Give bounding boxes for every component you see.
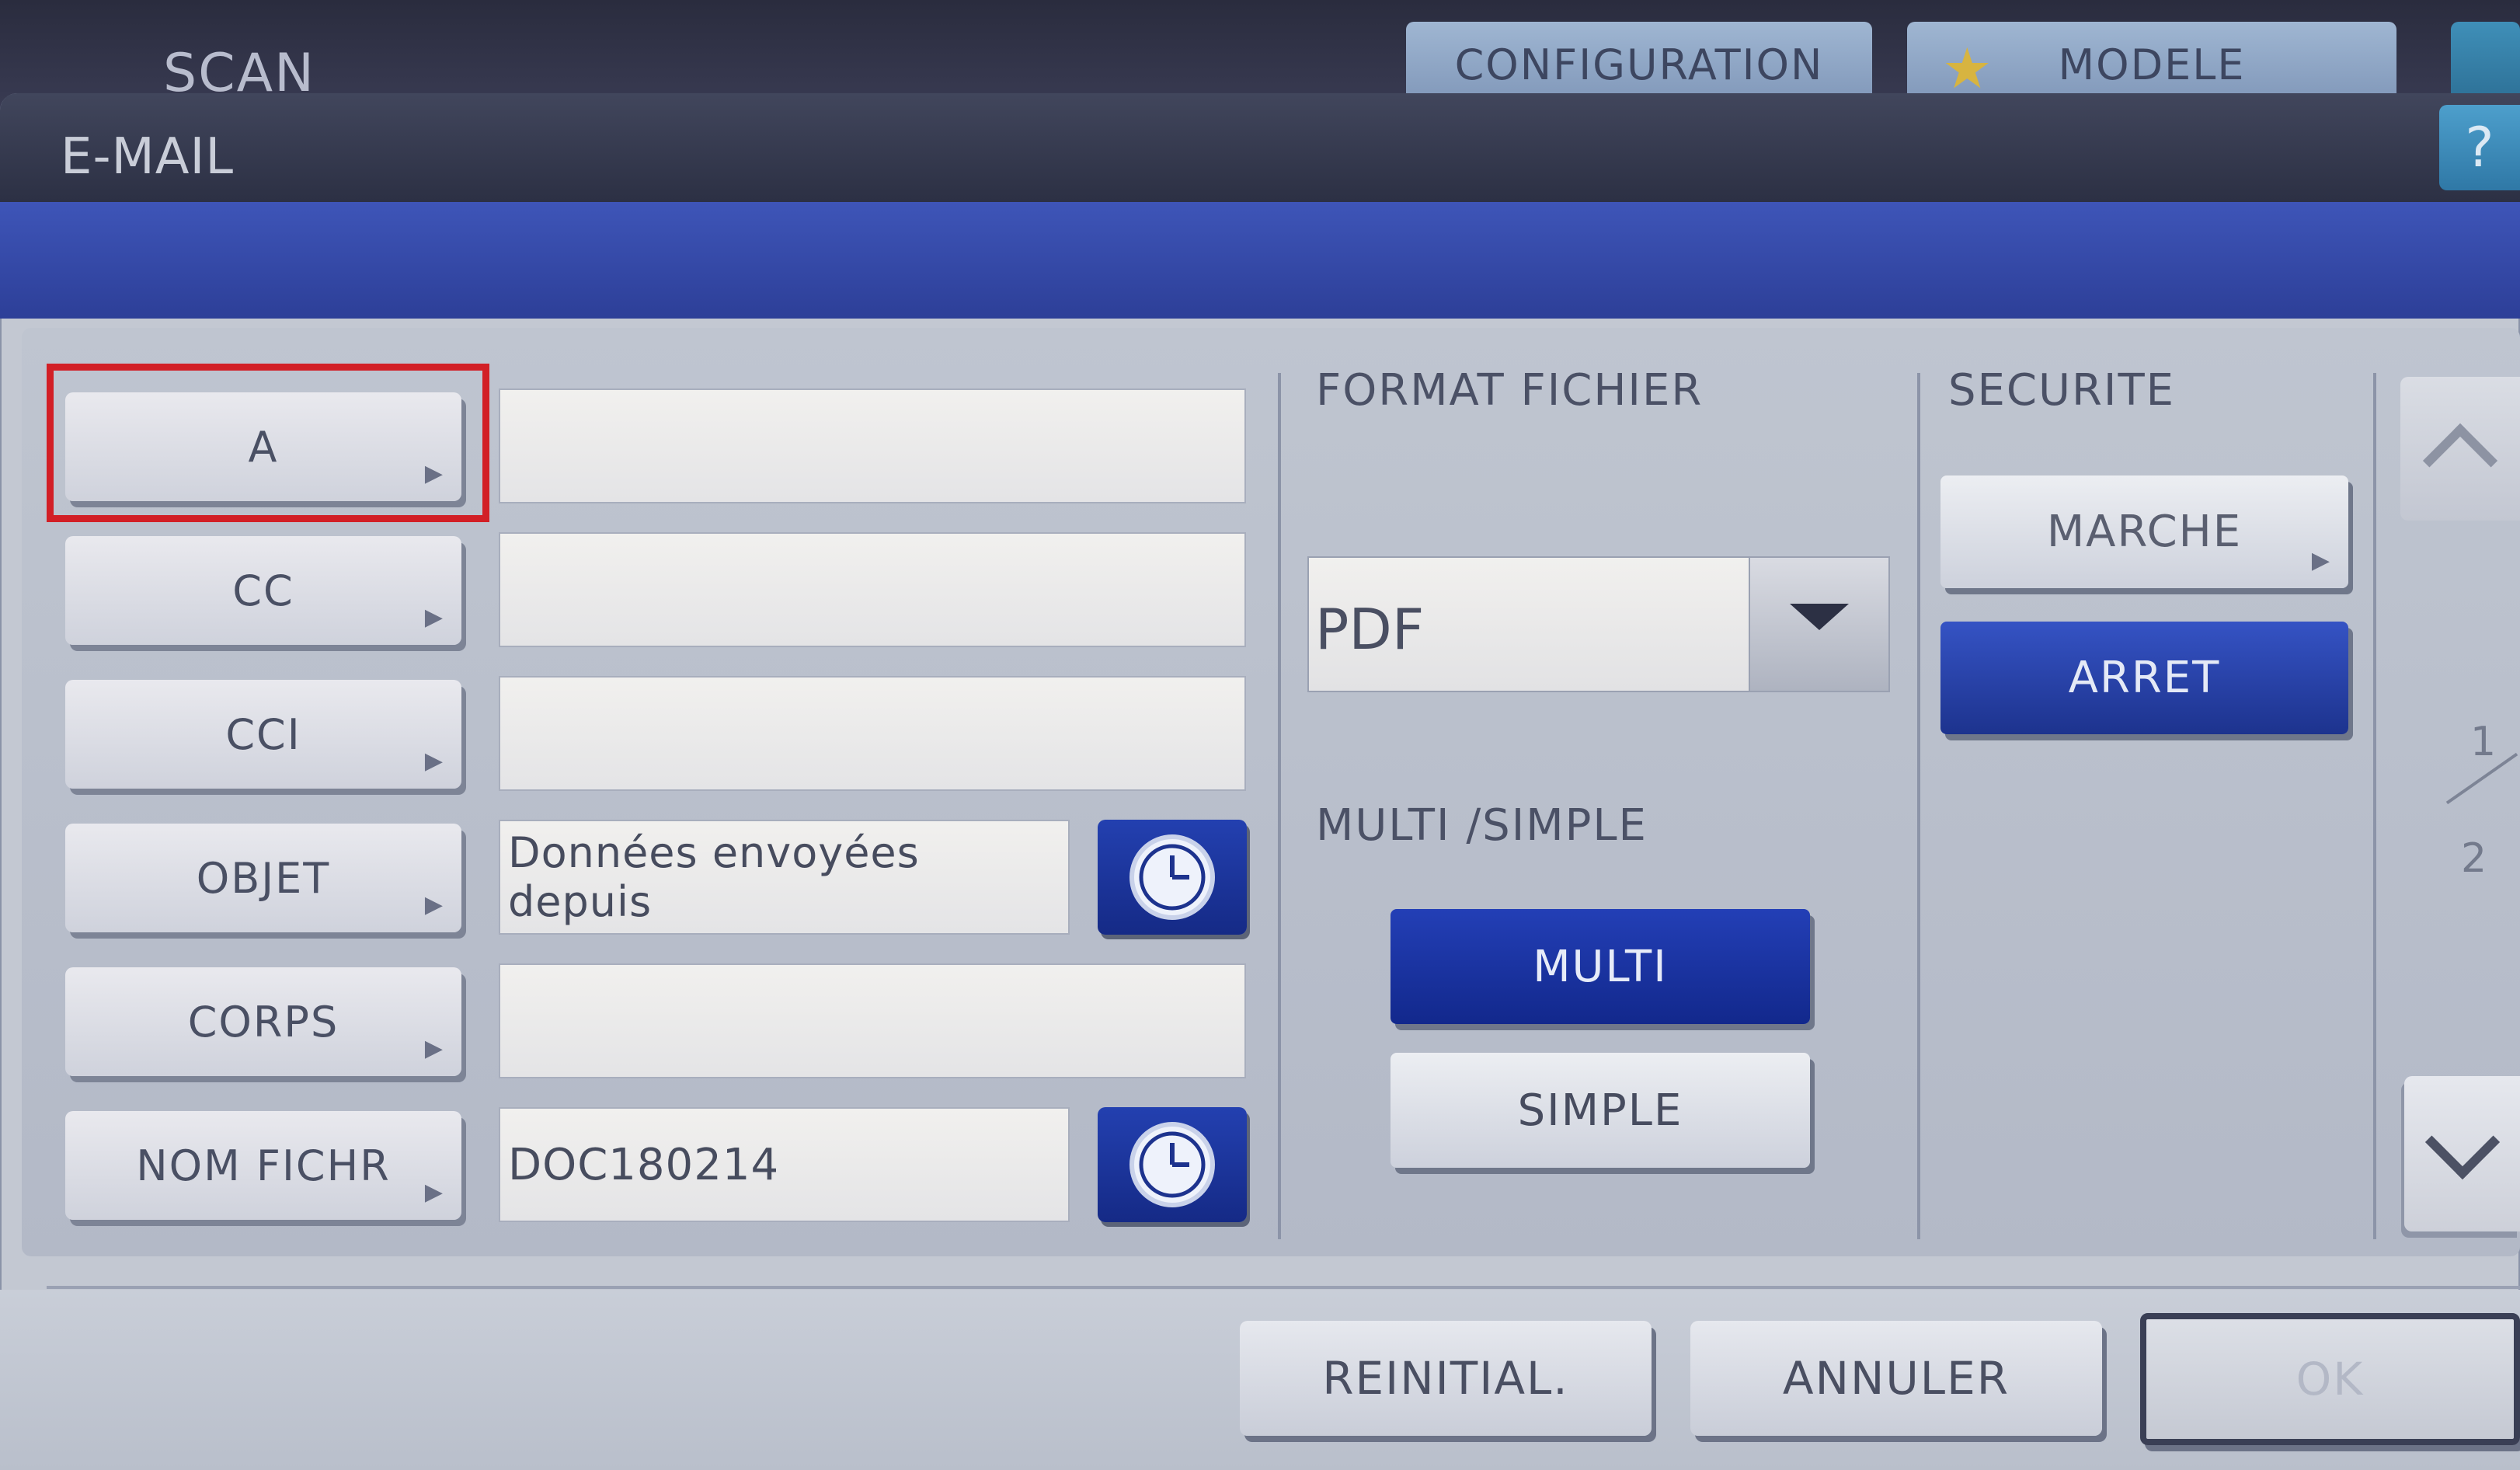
multi-button[interactable]: MULTI (1391, 909, 1810, 1024)
triangle-right-icon: ▶ (2311, 547, 2331, 574)
triangle-right-icon: ▶ (424, 1035, 444, 1062)
subject-button[interactable]: OBJET ▶ (65, 824, 461, 932)
divider (1278, 373, 1281, 1239)
scroll-up-button[interactable] (2400, 377, 2520, 521)
clock-icon (1129, 834, 1215, 920)
scroll-down-button[interactable] (2404, 1076, 2520, 1231)
triangle-down-icon (1790, 603, 1849, 630)
cc-field[interactable] (499, 532, 1246, 647)
dialog-title: E-MAIL (61, 128, 235, 186)
security-on-label: MARCHE (2046, 507, 2243, 557)
cc-button[interactable]: CC ▶ (65, 536, 461, 645)
footer-divider (47, 1286, 2520, 1289)
reset-button[interactable]: REINITIAL. (1240, 1321, 1652, 1436)
bcc-button-label: CCI (225, 709, 301, 759)
subject-timestamp-button[interactable] (1098, 820, 1247, 935)
format-select[interactable]: PDF (1307, 556, 1890, 692)
to-field[interactable] (499, 388, 1246, 503)
format-value: PDF (1315, 597, 1425, 662)
dialog-titlebar (0, 93, 2520, 202)
ok-button[interactable]: OK (2140, 1313, 2520, 1445)
page-current: 1 (2470, 719, 2497, 765)
triangle-right-icon: ▶ (424, 604, 444, 631)
simple-button[interactable]: SIMPLE (1391, 1053, 1810, 1168)
triangle-right-icon: ▶ (424, 891, 444, 918)
triangle-right-icon: ▶ (424, 747, 444, 775)
page-total: 2 (2461, 835, 2487, 882)
tab-modele-label: MODELE (2058, 40, 2246, 89)
body-button-label: CORPS (187, 997, 339, 1047)
selection-highlight (47, 364, 489, 522)
triangle-right-icon: ▶ (424, 1179, 444, 1206)
cancel-button[interactable]: ANNULER (1690, 1321, 2102, 1436)
chevron-up-icon (2422, 423, 2498, 498)
format-label: FORMAT FICHIER (1316, 365, 1704, 416)
star-icon: ★ (1942, 36, 1994, 101)
filename-button[interactable]: NOM FICHR ▶ (65, 1111, 461, 1220)
filename-field[interactable]: DOC180214 (499, 1107, 1070, 1222)
divider (2373, 373, 2376, 1239)
body-field[interactable] (499, 963, 1246, 1078)
dialog-banner (0, 202, 2520, 319)
security-label: SECURITE (1948, 365, 2176, 416)
clock-icon (1129, 1122, 1215, 1207)
bcc-button[interactable]: CCI ▶ (65, 680, 461, 789)
subject-field[interactable]: Données envoyées depuis (499, 820, 1070, 935)
multi-simple-label: MULTI /SIMPLE (1316, 800, 1648, 851)
help-button[interactable]: ? (2439, 105, 2520, 190)
filename-button-label: NOM FICHR (136, 1141, 391, 1190)
security-off-button[interactable]: ARRET (1940, 622, 2348, 734)
format-dropdown-button[interactable] (1749, 558, 1888, 691)
body-button[interactable]: CORPS ▶ (65, 967, 461, 1076)
cc-button-label: CC (232, 566, 294, 615)
security-on-button[interactable]: MARCHE ▶ (1940, 475, 2348, 588)
subject-button-label: OBJET (196, 853, 331, 903)
filename-timestamp-button[interactable] (1098, 1107, 1247, 1222)
bcc-field[interactable] (499, 676, 1246, 791)
divider (1917, 373, 1920, 1239)
chevron-down-icon (2424, 1104, 2500, 1180)
